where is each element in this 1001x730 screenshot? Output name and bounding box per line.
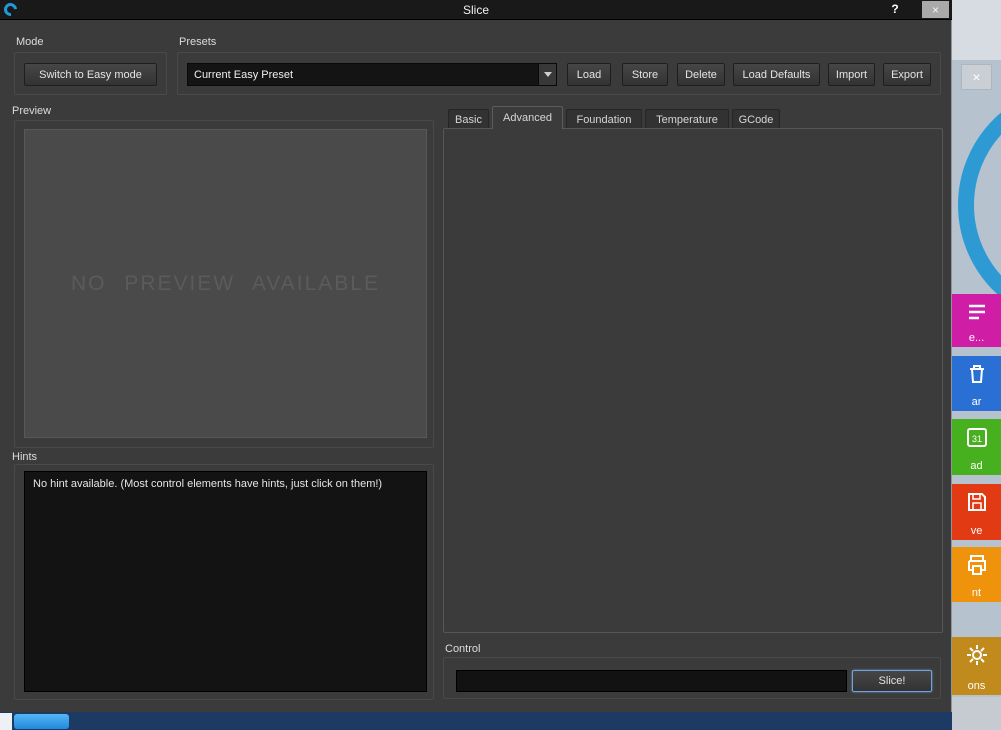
switch-easy-mode-button[interactable]: Switch to Easy mode [24, 63, 157, 86]
close-button[interactable]: × [922, 1, 949, 18]
hints-text: No hint available. (Most control element… [33, 478, 382, 490]
tab-gcode[interactable]: GCode [732, 109, 780, 129]
tile-label: e... [969, 332, 984, 344]
background-close-button[interactable]: × [961, 64, 992, 90]
background-logo-arc [958, 84, 1001, 326]
preview-group-label: Preview [12, 105, 51, 117]
slice-lines-icon [965, 300, 989, 327]
gear-icon [965, 643, 989, 670]
tab-temperature[interactable]: Temperature [645, 109, 729, 129]
taskbar-white-chip [0, 713, 12, 730]
taskbar-blue-button[interactable] [14, 714, 69, 729]
background-tile-load[interactable]: 31 ad [952, 419, 1001, 475]
taskbar [0, 712, 952, 730]
store-button[interactable]: Store [622, 63, 668, 86]
load-button[interactable]: Load [567, 63, 611, 86]
background-tile-save[interactable]: ve [952, 484, 1001, 540]
background-bottom-right [952, 697, 1001, 730]
tile-label: nt [972, 587, 981, 599]
tile-label: ar [972, 396, 982, 408]
tab-foundation[interactable]: Foundation [566, 109, 642, 129]
tab-advanced[interactable]: Advanced [492, 106, 563, 129]
hints-group-label: Hints [12, 451, 37, 463]
background-tile-slice[interactable]: e... [952, 294, 1001, 347]
trash-icon [965, 362, 989, 389]
tile-label: ve [971, 525, 983, 537]
background-tile-options[interactable]: ons [952, 637, 1001, 695]
calendar-31-icon: 31 [965, 425, 989, 452]
tile-label: ons [968, 680, 986, 692]
svg-text:31: 31 [971, 434, 981, 444]
preview-placeholder-text: NO PREVIEW AVAILABLE [71, 272, 380, 296]
tile-label: ad [970, 460, 982, 472]
window-title: Slice [0, 3, 952, 17]
chevron-down-icon[interactable] [538, 64, 556, 85]
preset-combobox[interactable]: Current Easy Preset [187, 63, 557, 86]
background-top-area [952, 0, 1001, 60]
preset-combobox-value: Current Easy Preset [188, 64, 538, 85]
slice-dialog: Slice ? × Mode Switch to Easy mode Prese… [0, 0, 952, 712]
delete-button[interactable]: Delete [677, 63, 725, 86]
floppy-icon [965, 490, 989, 517]
export-button[interactable]: Export [883, 63, 931, 86]
printer-icon [965, 553, 989, 580]
background-tile-clear[interactable]: ar [952, 356, 1001, 411]
slice-progress-bar [456, 670, 847, 692]
slice-button[interactable]: Slice! [852, 670, 932, 692]
screen: × e... ar 31 ad ve nt ons [0, 0, 1001, 730]
load-defaults-button[interactable]: Load Defaults [733, 63, 820, 86]
import-button[interactable]: Import [828, 63, 875, 86]
hints-panel: No hint available. (Most control element… [24, 471, 427, 692]
control-group-label: Control [445, 643, 480, 655]
preview-panel: NO PREVIEW AVAILABLE [24, 129, 427, 438]
advanced-tab-pane [443, 128, 943, 633]
mode-group-label: Mode [16, 36, 44, 48]
help-button[interactable]: ? [886, 2, 904, 17]
background-tile-print[interactable]: nt [952, 547, 1001, 602]
presets-group-label: Presets [179, 36, 216, 48]
tab-basic[interactable]: Basic [448, 109, 489, 129]
